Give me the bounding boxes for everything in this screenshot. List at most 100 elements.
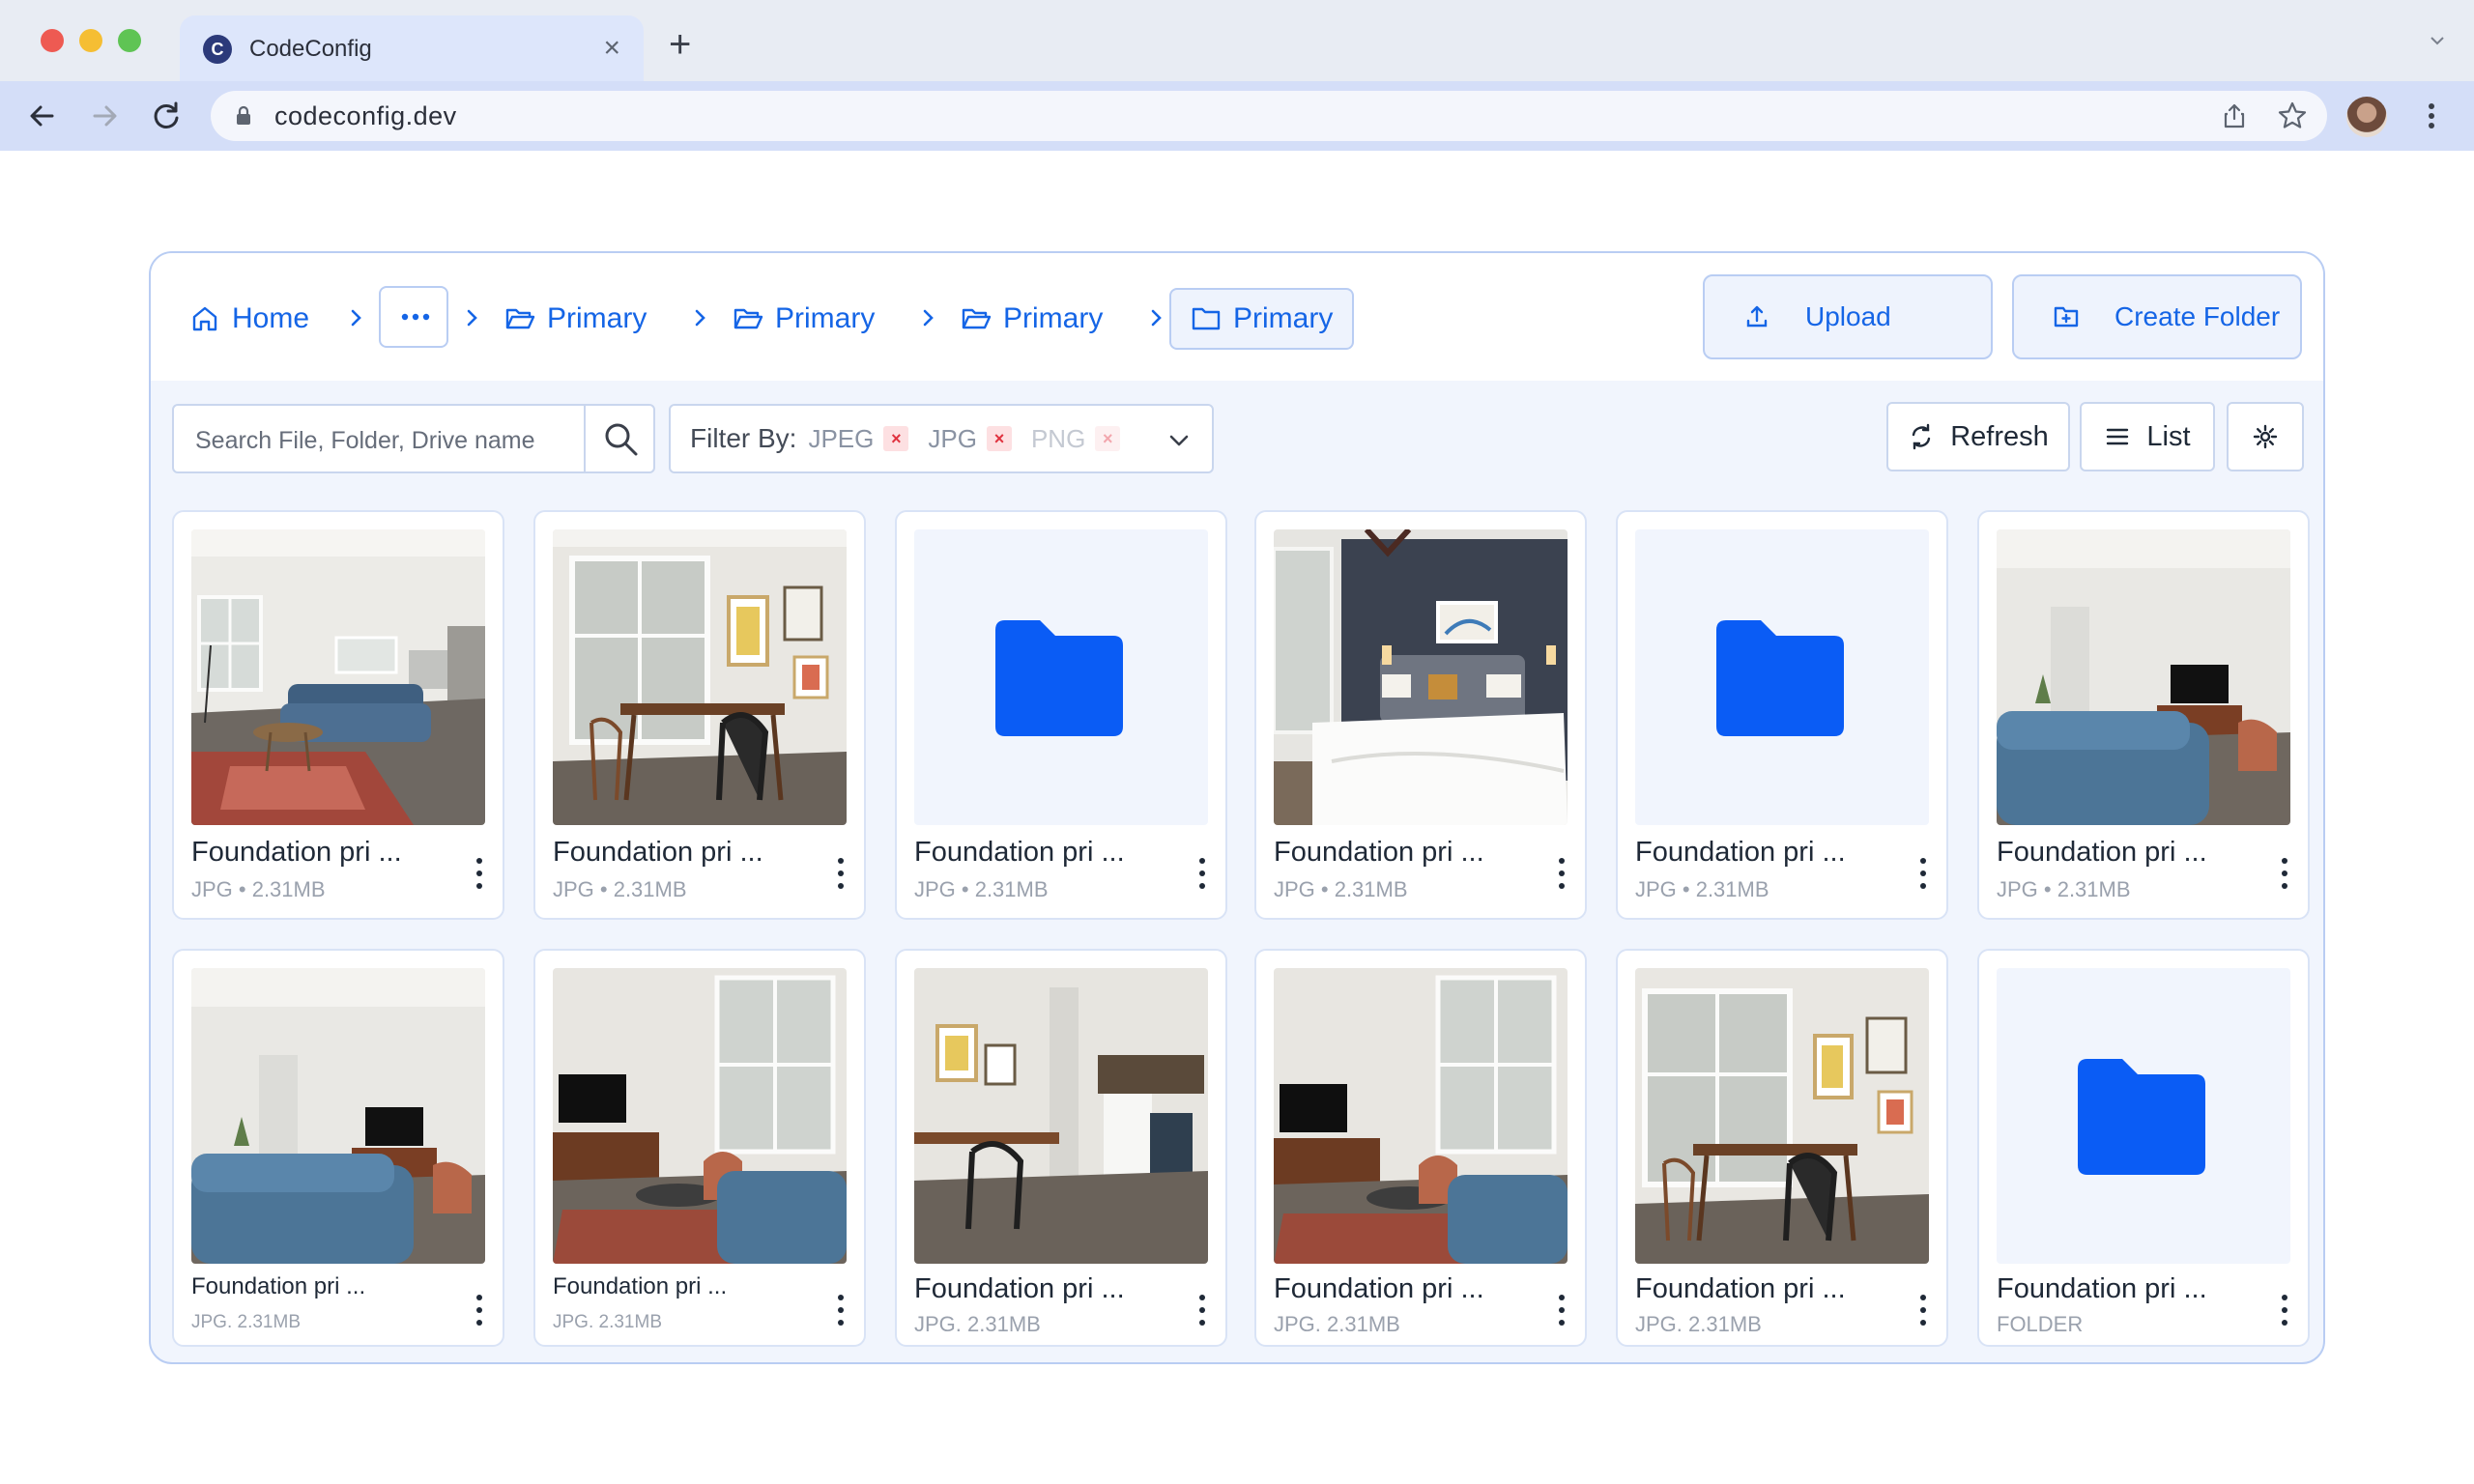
list-view-button[interactable]: List: [2080, 402, 2215, 471]
file-meta: JPG • 2.31MB: [191, 877, 326, 901]
search-button[interactable]: [584, 406, 653, 471]
bookmark-star-icon[interactable]: [2277, 100, 2308, 131]
create-folder-button[interactable]: Create Folder: [2012, 274, 2302, 359]
file-meta: JPG. 2.31MB: [553, 1312, 662, 1332]
breadcrumb-item-current[interactable]: Primary: [1169, 288, 1355, 350]
file-meta: JPG • 2.31MB: [1997, 877, 2131, 901]
folder-thumbnail: [914, 529, 1208, 825]
more-vertical-icon[interactable]: [474, 856, 485, 891]
search-input[interactable]: [195, 425, 572, 456]
search-box: [172, 404, 655, 473]
tab-close-icon[interactable]: ×: [603, 32, 620, 65]
more-vertical-icon[interactable]: [2279, 1293, 2290, 1327]
file-card[interactable]: Foundation pri ... JPG. 2.31MB: [1616, 949, 1948, 1347]
more-vertical-icon[interactable]: [1196, 856, 1208, 891]
chevron-right-icon: [351, 309, 361, 327]
upload-icon: [1746, 305, 1768, 328]
more-vertical-icon[interactable]: [1917, 856, 1929, 891]
chip-remove-icon[interactable]: ×: [986, 426, 1012, 451]
share-icon[interactable]: [2221, 102, 2248, 129]
breadcrumb-item-label: Primary: [775, 302, 876, 334]
chevron-down-icon[interactable]: [1167, 429, 1191, 452]
file-name: Foundation pri ...: [191, 837, 402, 868]
breadcrumb-more-button[interactable]: [379, 286, 448, 348]
folder-card[interactable]: Foundation pri ... JPG • 2.31MB: [895, 510, 1227, 920]
file-card[interactable]: Foundation pri ... JPG. 2.31MB: [172, 949, 504, 1347]
file-meta: FOLDER: [1997, 1312, 2084, 1336]
filter-chip-jpeg: JPEG ×: [808, 424, 909, 454]
more-vertical-icon[interactable]: [835, 1293, 847, 1327]
file-card[interactable]: Foundation pri ... JPG. 2.31MB: [1254, 949, 1587, 1347]
more-vertical-icon[interactable]: [474, 1293, 485, 1327]
file-name: Foundation pri ...: [914, 1273, 1125, 1304]
url-text: codeconfig.dev: [274, 101, 457, 130]
window-maximize-button[interactable]: [118, 29, 141, 52]
file-meta: JPG. 2.31MB: [191, 1312, 301, 1332]
breadcrumb-item-primary-2[interactable]: Primary: [733, 288, 875, 350]
new-tab-plus-icon[interactable]: +: [669, 25, 691, 64]
chevron-right-icon: [1151, 309, 1162, 327]
folder-card[interactable]: Foundation pri ... JPG • 2.31MB: [1616, 510, 1948, 920]
filter-dropdown[interactable]: Filter By: JPEG × JPG × PNG ×: [669, 404, 1214, 473]
tab-list-chevron-icon[interactable]: [2430, 33, 2445, 48]
upload-button[interactable]: Upload: [1703, 274, 1993, 359]
file-manager-panel: Home Primary Primary Primary Primary Upl…: [149, 251, 2325, 1364]
file-meta: JPG. 2.31MB: [914, 1312, 1041, 1336]
upload-label: Upload: [1805, 301, 1891, 331]
browser-tab-bar: C CodeConfig × +: [0, 0, 2474, 81]
breadcrumb-home-label: Home: [232, 302, 310, 334]
more-vertical-icon[interactable]: [1556, 1293, 1568, 1327]
folder-open-icon: [734, 308, 763, 329]
forward-arrow-icon[interactable]: [85, 97, 124, 135]
file-name: Foundation pri ...: [191, 1273, 366, 1299]
window-minimize-button[interactable]: [79, 29, 102, 52]
profile-avatar[interactable]: [2346, 97, 2387, 137]
file-thumbnail: [1274, 968, 1568, 1264]
more-vertical-icon[interactable]: [1556, 856, 1568, 891]
breadcrumb-item-primary-3[interactable]: Primary: [961, 288, 1103, 350]
refresh-icon: [1913, 423, 1931, 450]
codeconfig-favicon-icon: C: [203, 35, 232, 64]
file-meta: JPG • 2.31MB: [1635, 877, 1769, 901]
file-card[interactable]: Foundation pri ... JPG • 2.31MB: [172, 510, 504, 920]
file-card[interactable]: Foundation pri ... JPG • 2.31MB: [533, 510, 866, 920]
file-card[interactable]: Foundation pri ... JPG. 2.31MB: [533, 949, 866, 1347]
refresh-label: Refresh: [1950, 420, 2049, 452]
file-name: Foundation pri ...: [1635, 837, 1846, 868]
list-icon: [2107, 428, 2129, 445]
more-vertical-icon[interactable]: [1917, 1293, 1929, 1327]
breadcrumb-item-primary-1[interactable]: Primary: [504, 288, 647, 350]
chevron-right-icon: [695, 309, 705, 327]
file-card[interactable]: Foundation pri ... JPG. 2.31MB: [895, 949, 1227, 1347]
chip-remove-icon[interactable]: ×: [1095, 426, 1121, 451]
breadcrumb-home[interactable]: Home: [189, 288, 309, 350]
file-card[interactable]: Foundation pri ... JPG • 2.31MB: [1254, 510, 1587, 920]
more-vertical-icon[interactable]: [835, 856, 847, 891]
browser-tab-active[interactable]: C CodeConfig ×: [180, 15, 644, 81]
lock-icon: [237, 105, 250, 125]
reload-icon[interactable]: [147, 97, 186, 135]
folder-icon: [995, 620, 1123, 736]
address-bar[interactable]: codeconfig.dev: [211, 91, 2327, 141]
back-arrow-icon[interactable]: [23, 97, 62, 135]
settings-button[interactable]: [2227, 402, 2304, 471]
browser-menu-icon[interactable]: [2414, 99, 2449, 133]
file-name: Foundation pri ...: [1635, 1273, 1846, 1304]
folder-icon: [1192, 307, 1221, 330]
file-card[interactable]: Foundation pri ... JPG • 2.31MB: [1977, 510, 2310, 920]
folder-card[interactable]: Foundation pri ... FOLDER: [1977, 949, 2310, 1347]
refresh-button[interactable]: Refresh: [1886, 402, 2070, 471]
file-meta: JPG • 2.31MB: [1274, 877, 1408, 901]
chip-remove-icon[interactable]: ×: [883, 426, 909, 451]
window-close-button[interactable]: [41, 29, 64, 52]
more-vertical-icon[interactable]: [2279, 856, 2290, 891]
file-thumbnail: [191, 968, 485, 1264]
file-name: Foundation pri ...: [1274, 837, 1484, 868]
more-vertical-icon[interactable]: [1196, 1293, 1208, 1327]
file-meta: JPG. 2.31MB: [1274, 1312, 1400, 1336]
filter-chip-png: PNG ×: [1030, 423, 1121, 454]
file-thumbnail: [553, 968, 847, 1264]
file-name: Foundation pri ...: [914, 837, 1125, 868]
filter-chip-label: PNG: [1030, 423, 1086, 453]
file-thumbnail: [914, 968, 1208, 1264]
